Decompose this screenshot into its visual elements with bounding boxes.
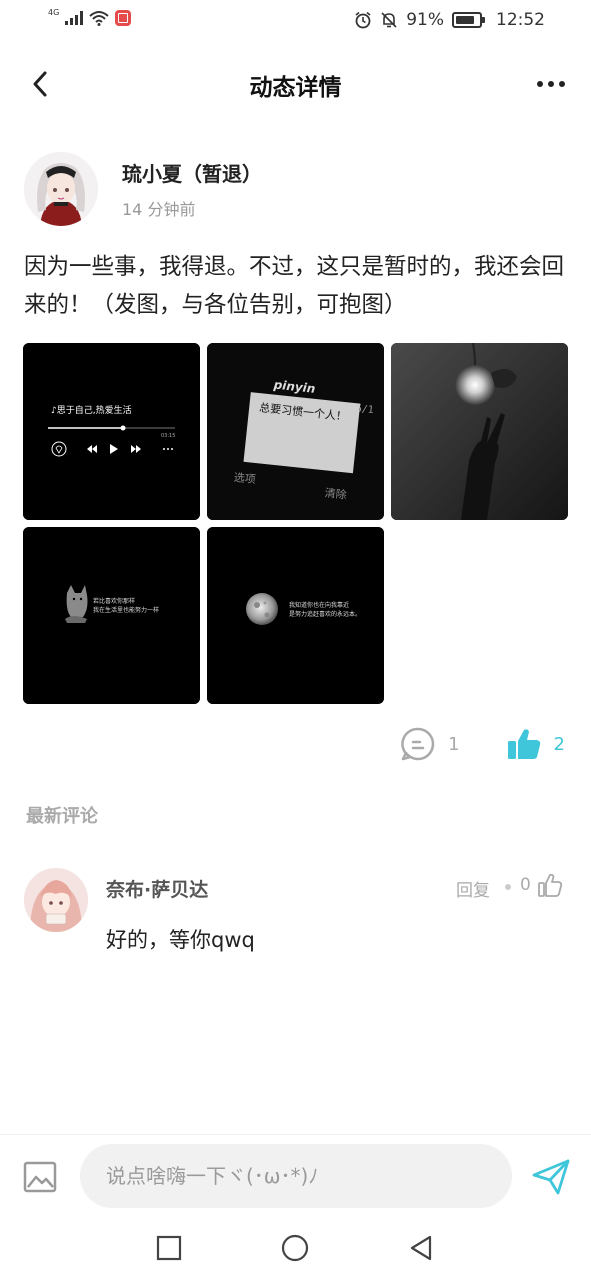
like-count: 2 (553, 733, 565, 755)
image1-duration: 03:15 (161, 433, 175, 439)
page-title: 动态详情 (249, 75, 342, 101)
separator-dot (505, 884, 511, 890)
more-dot-icon (559, 81, 565, 87)
home-button[interactable] (277, 1230, 313, 1266)
post-text: 因为一些事，我得退。不过，这只是暂时的，我还会回来的！（发图，与各位告别，可抱图… (24, 254, 565, 318)
comment-icon (401, 727, 435, 761)
send-button[interactable] (530, 1155, 574, 1199)
image4-line2: 我在生活里也能努力一样 (93, 606, 159, 614)
post-image-2[interactable]: pinyin 896/1 总要习惯一个人！ 选项 清除 (207, 343, 384, 520)
post-time: 14 分钟前 (122, 200, 196, 219)
more-options-button[interactable] (537, 72, 565, 96)
comments-section-title: 最新评论 (26, 806, 98, 827)
triangle-back-icon (410, 1235, 432, 1261)
comment-text: 好的，等你qwq (106, 928, 255, 952)
post-image-4[interactable]: 若比喜欢你那样 我在生活里也能努力一样 (23, 527, 200, 704)
author-avatar[interactable] (24, 152, 98, 226)
image5-line1: 我知道你也在向我靠近 (289, 601, 349, 609)
comment-like-count: 0 (520, 875, 531, 895)
comment-like-button[interactable]: 0 (520, 872, 563, 898)
comment-button[interactable]: 1 (400, 726, 460, 762)
image2-left-key: 选项 (233, 471, 256, 486)
commenter-avatar[interactable] (24, 868, 88, 932)
top-nav: 动态详情 (0, 52, 591, 116)
square-icon (156, 1235, 182, 1261)
more-dot-icon (548, 81, 554, 87)
mute-icon (381, 12, 397, 28)
image2-right-key: 清除 (324, 485, 347, 501)
circle-icon (281, 1234, 309, 1262)
image4-line1: 若比喜欢你那样 (93, 597, 135, 605)
comment-author[interactable]: 奈布·萨贝达 (106, 875, 208, 902)
post-actions: 1 2 (400, 724, 565, 764)
signal-icon (65, 11, 84, 25)
system-nav-bar (0, 1218, 591, 1280)
comment-input[interactable] (80, 1144, 512, 1208)
send-icon (532, 1159, 570, 1195)
wifi-icon (89, 11, 109, 26)
post-image-5[interactable]: 我知道你也在向我靠近 是努力追赶喜欢的永远本。 (207, 527, 384, 704)
image1-caption: ♪思于自己,热爱生活 (51, 404, 132, 416)
network-type: 4G (48, 7, 60, 17)
like-button[interactable]: 2 (506, 726, 565, 762)
post-image-1[interactable]: ♪思于自己,热爱生活 03:15 (23, 343, 200, 520)
insert-image-button[interactable] (22, 1159, 58, 1195)
battery-percent: 91% (406, 10, 444, 30)
post-image-3[interactable] (391, 343, 568, 520)
thumbs-up-icon (507, 729, 540, 759)
comment-count: 1 (448, 733, 460, 755)
image-icon (23, 1161, 57, 1193)
status-bar: 4G 91% 12:52 (0, 0, 591, 44)
back-nav-button[interactable] (403, 1230, 439, 1266)
reply-button[interactable]: 回复 (456, 876, 490, 901)
battery-icon (452, 12, 485, 28)
thumbs-up-outline-icon (537, 873, 562, 897)
recents-button[interactable] (151, 1230, 187, 1266)
more-dot-icon (537, 81, 543, 87)
comment-input-bar (0, 1134, 591, 1218)
clock: 12:52 (496, 10, 545, 30)
app-notification-icon (115, 10, 132, 26)
image5-line2: 是努力追赶喜欢的永远本。 (289, 610, 361, 618)
author-name[interactable]: 琉小夏（暂退） (122, 158, 262, 187)
alarm-icon (355, 11, 371, 29)
